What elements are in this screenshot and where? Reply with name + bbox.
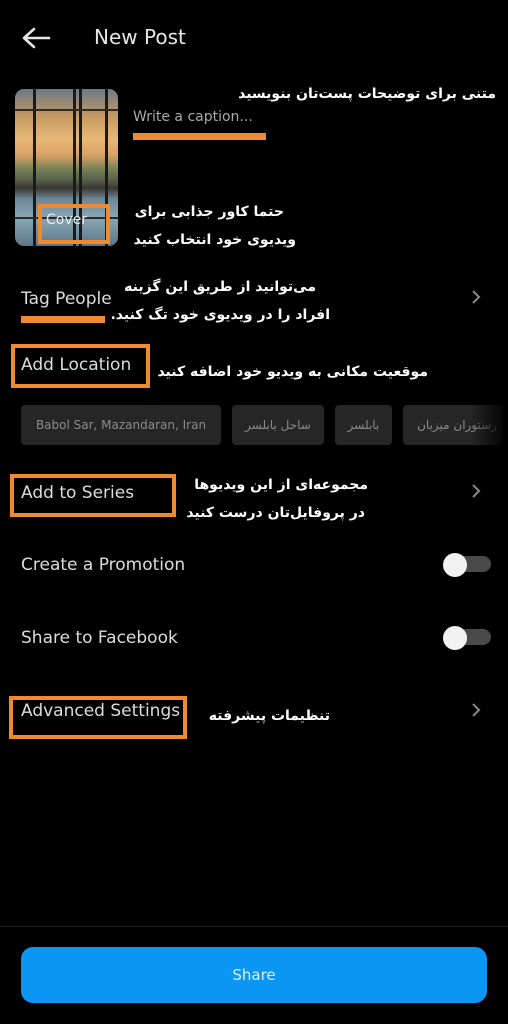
cover-annotation-line2: ویدیوی خود انتخاب کنید bbox=[133, 232, 296, 248]
chips-fade-overlay bbox=[470, 400, 508, 450]
location-suggestion-chip[interactable]: بابلسر bbox=[335, 405, 392, 445]
tag-annotation-line1: می‌توانید از طریق این گزینه bbox=[124, 279, 316, 295]
chevron-right-icon bbox=[472, 484, 481, 498]
add-location-item[interactable]: Add Location bbox=[21, 355, 131, 375]
chevron-right-icon bbox=[472, 703, 481, 717]
location-suggestion-chip[interactable]: ساحل بابلسر bbox=[232, 405, 324, 445]
series-annotation-line1: مجموعه‌ای از این ویدیوها bbox=[194, 477, 368, 493]
caption-highlight-underline bbox=[133, 133, 266, 140]
advanced-settings-chevron[interactable] bbox=[471, 702, 481, 722]
share-facebook-toggle[interactable] bbox=[443, 626, 491, 650]
advanced-settings-item[interactable]: Advanced Settings bbox=[21, 701, 180, 721]
tag-annotation-line2: افراد را در ویدیوی خود تگ کنید. bbox=[110, 307, 330, 323]
caption-annotation: متنی برای توضیحات پست‌تان بنویسید bbox=[238, 86, 496, 102]
create-promotion-toggle[interactable] bbox=[443, 553, 491, 577]
cover-annotation-line1: حتما کاور جذابی برای bbox=[134, 204, 284, 220]
footer-divider bbox=[0, 926, 508, 927]
toggle-knob bbox=[443, 553, 467, 577]
tag-people-highlight-underline bbox=[21, 316, 105, 323]
tag-people-item[interactable]: Tag People bbox=[21, 289, 112, 309]
arrow-left-icon bbox=[22, 27, 51, 49]
page-title: New Post bbox=[94, 25, 186, 49]
series-annotation-line2: در پروفایل‌تان درست کنید bbox=[186, 505, 365, 521]
caption-input[interactable]: Write a caption... bbox=[133, 109, 253, 125]
toggle-knob bbox=[443, 626, 467, 650]
add-to-series-chevron[interactable] bbox=[471, 483, 481, 503]
tag-people-chevron[interactable] bbox=[471, 289, 481, 309]
advanced-annotation: تنظیمات پیشرفته bbox=[208, 708, 330, 724]
location-suggestion-chip[interactable]: Babol Sar, Mazandaran, Iran bbox=[21, 405, 221, 445]
create-promotion-label: Create a Promotion bbox=[21, 555, 186, 575]
location-annotation: موقعیت مکانی به ویدیو خود اضافه کنید bbox=[157, 364, 428, 380]
share-button[interactable]: Share bbox=[21, 947, 487, 1003]
back-button[interactable] bbox=[20, 26, 52, 50]
add-to-series-item[interactable]: Add to Series bbox=[21, 483, 134, 503]
chevron-right-icon bbox=[472, 290, 481, 304]
cover-label[interactable]: Cover bbox=[46, 212, 87, 228]
share-facebook-label: Share to Facebook bbox=[21, 628, 178, 648]
